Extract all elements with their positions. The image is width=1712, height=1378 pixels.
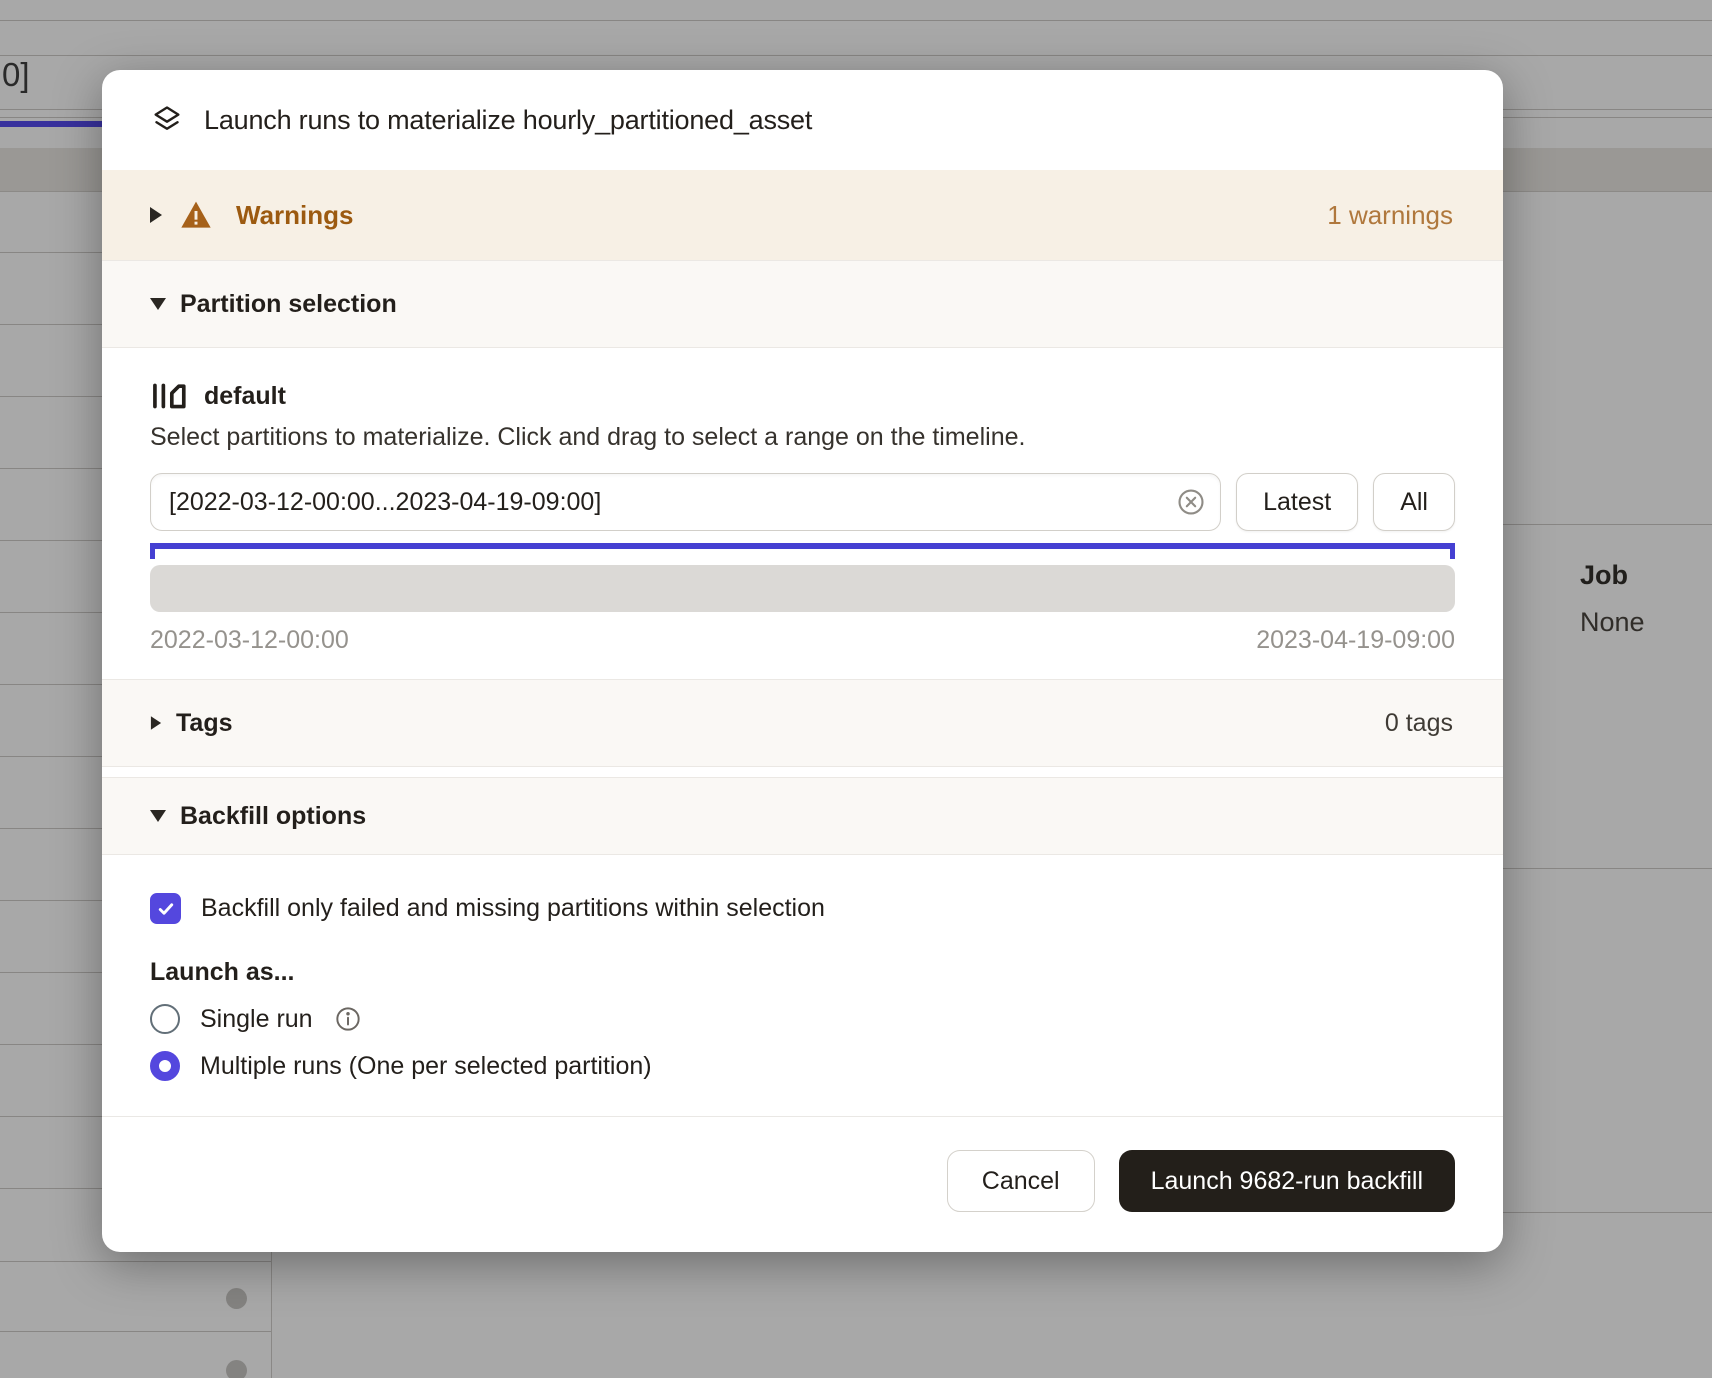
timeline-end-label: 2023-04-19-09:00 — [1256, 626, 1455, 655]
partition-help-text: Select partitions to materialize. Click … — [150, 423, 1455, 452]
launch-backfill-button[interactable]: Launch 9682-run backfill — [1119, 1150, 1455, 1212]
radio-single-run[interactable]: Single run — [150, 1004, 1455, 1034]
warnings-count-badge: 1 warnings — [1327, 200, 1453, 231]
backfill-failed-missing-label: Backfill only failed and missing partiti… — [201, 894, 825, 923]
launch-backfill-dialog: Launch runs to materialize hourly_partit… — [102, 70, 1503, 1252]
info-icon[interactable] — [335, 1006, 361, 1032]
dialog-footer: Cancel Launch 9682-run backfill — [102, 1116, 1503, 1245]
backfill-failed-missing-row[interactable]: Backfill only failed and missing partiti… — [150, 893, 1455, 924]
warnings-label: Warnings — [236, 200, 353, 231]
radio-multiple-runs[interactable]: Multiple runs (One per selected partitio… — [150, 1051, 1455, 1081]
dialog-header: Launch runs to materialize hourly_partit… — [102, 70, 1503, 170]
latest-button[interactable]: Latest — [1236, 473, 1358, 531]
dialog-title: Launch runs to materialize hourly_partit… — [204, 105, 812, 136]
materialize-layers-icon — [150, 102, 184, 138]
partition-dimension-row: default — [150, 381, 1455, 411]
chevron-right-icon — [150, 207, 162, 223]
cancel-button[interactable]: Cancel — [947, 1150, 1095, 1212]
partition-selection-section-header[interactable]: Partition selection — [102, 260, 1503, 348]
partition-selection-content: default Select partitions to materialize… — [102, 381, 1503, 679]
chevron-right-icon — [151, 716, 161, 730]
clear-selection-icon[interactable] — [1177, 488, 1205, 516]
backfill-options-title: Backfill options — [180, 802, 366, 831]
partition-selection-title: Partition selection — [180, 290, 397, 319]
launch-as-label: Launch as... — [150, 958, 1455, 987]
partition-timeline-bar[interactable] — [150, 565, 1455, 612]
timeline-date-labels: 2022-03-12-00:00 2023-04-19-09:00 — [150, 626, 1455, 679]
chevron-down-icon — [150, 298, 166, 310]
partition-range-input[interactable] — [150, 473, 1221, 531]
backfill-options-content: Backfill only failed and missing partiti… — [102, 893, 1503, 1081]
all-button[interactable]: All — [1373, 473, 1455, 531]
partition-range-row: Latest All — [150, 473, 1455, 531]
timeline-start-label: 2022-03-12-00:00 — [150, 626, 349, 655]
chevron-down-icon — [150, 810, 166, 822]
multiple-runs-radio[interactable] — [150, 1051, 180, 1081]
section-gap — [102, 767, 1503, 777]
tags-title: Tags — [176, 709, 233, 738]
multiple-runs-label: Multiple runs (One per selected partitio… — [200, 1052, 652, 1081]
partition-dimension-name: default — [204, 382, 286, 411]
tags-section-header[interactable]: Tags 0 tags — [102, 679, 1503, 767]
backfill-options-section-header[interactable]: Backfill options — [102, 777, 1503, 855]
single-run-label: Single run — [200, 1005, 313, 1034]
tags-count-badge: 0 tags — [1385, 709, 1453, 738]
warning-triangle-icon — [180, 200, 212, 230]
single-run-radio[interactable] — [150, 1004, 180, 1034]
warnings-section-header[interactable]: Warnings 1 warnings — [102, 170, 1503, 260]
backfill-failed-missing-checkbox[interactable] — [150, 893, 181, 924]
partition-range-input-wrap — [150, 473, 1221, 531]
partition-set-icon — [150, 381, 188, 411]
timeline-selection-range — [150, 543, 1455, 549]
